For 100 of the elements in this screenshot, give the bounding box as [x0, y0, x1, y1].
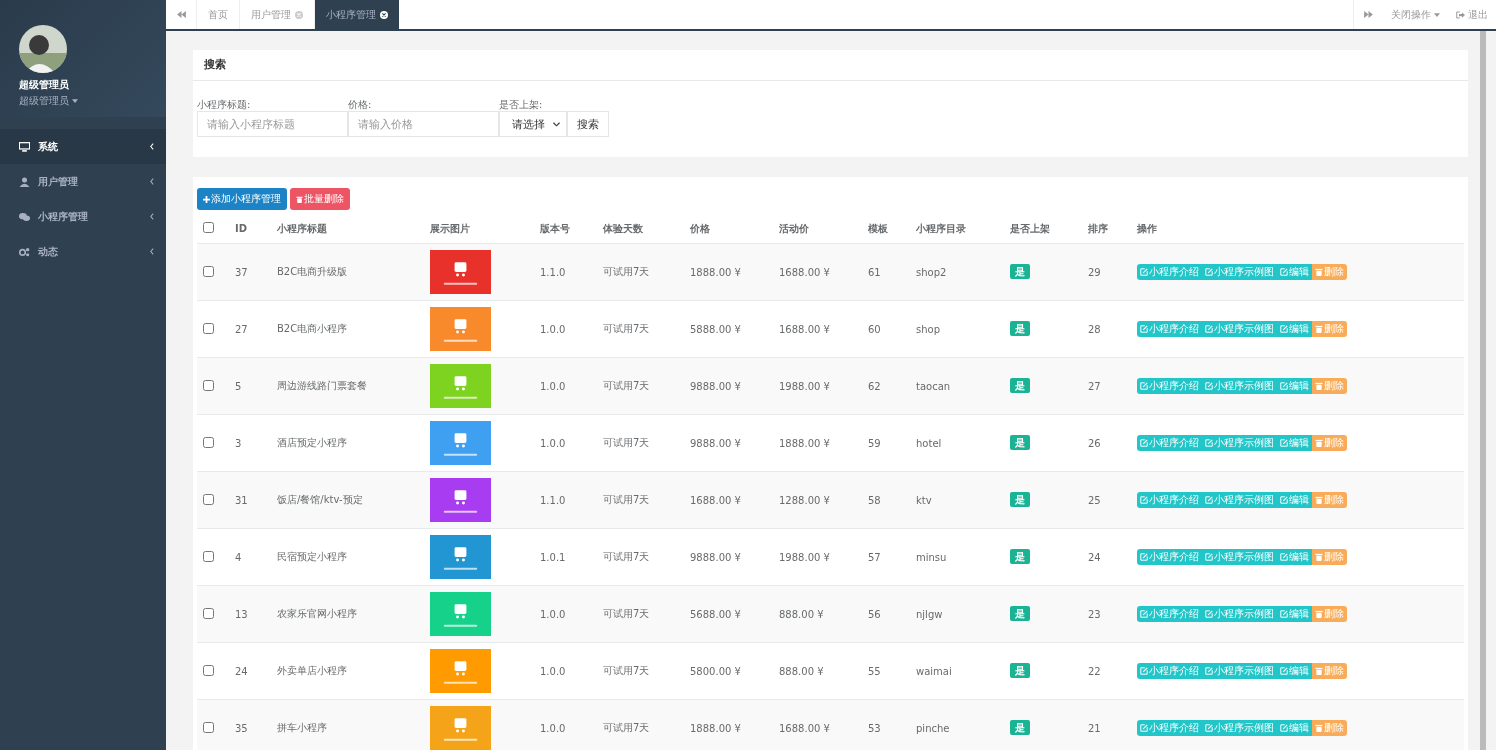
batch-delete-button[interactable]: 批量删除: [290, 188, 350, 210]
edit-button[interactable]: 小程序示例图: [1202, 264, 1277, 280]
input-field[interactable]: 请输入价格: [348, 111, 499, 137]
table-cell: 1.0.0: [540, 608, 566, 620]
row-checkbox[interactable]: [203, 721, 214, 733]
edit-button[interactable]: 小程序示例图: [1202, 435, 1277, 451]
row-checkbox[interactable]: [203, 493, 214, 505]
field-label: 小程序标题:: [197, 98, 252, 111]
edit-button[interactable]: 编辑: [1277, 321, 1312, 337]
edit-icon: [1140, 382, 1148, 390]
edit-icon: [1140, 496, 1148, 504]
edit-icon: [1205, 667, 1213, 675]
chevron-icon: [150, 213, 154, 220]
delete-button[interactable]: 删除: [1312, 321, 1347, 337]
nav-item[interactable]: 用户管理: [0, 164, 166, 199]
row-checkbox[interactable]: [203, 265, 214, 277]
column-header: 价格: [690, 222, 710, 234]
trash-icon: [1315, 496, 1323, 504]
edit-button[interactable]: 小程序介绍: [1137, 435, 1202, 451]
table-cell: 拼车小程序: [277, 722, 327, 733]
edit-icon: [1280, 724, 1288, 732]
table-cell: 可试用7天: [603, 551, 650, 562]
row-checkbox[interactable]: [203, 379, 214, 391]
table-cell: shop2: [916, 266, 947, 278]
table-cell: 可试用7天: [603, 380, 650, 391]
status-label: 是: [1010, 264, 1030, 279]
edit-button[interactable]: 小程序示例图: [1202, 492, 1277, 508]
edit-button[interactable]: 编辑: [1277, 435, 1312, 451]
table-cell: 23: [1088, 608, 1101, 620]
row-checkbox[interactable]: [203, 322, 214, 334]
table-cell: 3: [235, 437, 242, 449]
close-icon[interactable]: [380, 10, 388, 19]
table-cell: 55: [868, 665, 881, 677]
edit-button[interactable]: 小程序介绍: [1137, 378, 1202, 394]
user-role-dropdown[interactable]: 超级管理员: [19, 94, 78, 108]
delete-button[interactable]: 删除: [1312, 435, 1347, 451]
delete-button[interactable]: 删除: [1312, 549, 1347, 565]
tab[interactable]: 小程序管理: [314, 0, 399, 29]
scrollbar[interactable]: [1480, 31, 1486, 750]
table-cell: minsu: [916, 551, 947, 563]
row-checkbox[interactable]: [203, 550, 214, 562]
edit-icon: [1140, 724, 1148, 732]
table-cell: 27: [235, 323, 248, 335]
edit-button[interactable]: 小程序介绍: [1137, 492, 1202, 508]
row-checkbox[interactable]: [203, 607, 214, 619]
edit-button[interactable]: 编辑: [1277, 606, 1312, 622]
search-button[interactable]: 搜索: [567, 111, 609, 137]
delete-button[interactable]: 删除: [1312, 720, 1347, 736]
edit-button[interactable]: 小程序示例图: [1202, 321, 1277, 337]
nav-item[interactable]: 系统: [0, 129, 166, 164]
table-cell: 1888.00 ¥: [690, 266, 741, 278]
edit-button[interactable]: 小程序示例图: [1202, 663, 1277, 679]
edit-button[interactable]: 小程序介绍: [1137, 321, 1202, 337]
edit-button[interactable]: 小程序介绍: [1137, 549, 1202, 565]
table-cell: 9888.00 ¥: [690, 380, 741, 392]
edit-button[interactable]: 编辑: [1277, 492, 1312, 508]
edit-button[interactable]: 编辑: [1277, 378, 1312, 394]
chevron-down-icon: [553, 121, 560, 127]
edit-button[interactable]: 小程序介绍: [1137, 606, 1202, 622]
table-cell: 1688.00 ¥: [779, 722, 830, 734]
delete-button[interactable]: 删除: [1312, 264, 1347, 280]
panel-title: 搜索: [193, 50, 1468, 81]
edit-button[interactable]: 小程序介绍: [1137, 663, 1202, 679]
edit-button[interactable]: 编辑: [1277, 663, 1312, 679]
table-cell: B2C电商升级版: [277, 266, 348, 277]
column-header: 活动价: [779, 222, 809, 234]
column-header: 小程序目录: [916, 222, 966, 234]
delete-button[interactable]: 删除: [1312, 378, 1347, 394]
table-cell: 1888.00 ¥: [779, 437, 830, 449]
table-cell: 61: [868, 266, 881, 278]
chat-icon: [19, 211, 30, 222]
table-cell: 1.0.0: [540, 437, 566, 449]
edit-button[interactable]: 小程序介绍: [1137, 720, 1202, 736]
table-cell: 民宿预定小程序: [277, 551, 347, 562]
table-cell: 周边游线路门票套餐: [277, 380, 367, 391]
edit-button[interactable]: 小程序示例图: [1202, 720, 1277, 736]
edit-button[interactable]: 编辑: [1277, 264, 1312, 280]
edit-button[interactable]: 小程序示例图: [1202, 378, 1277, 394]
status-select[interactable]: 请选择: [499, 111, 567, 137]
tab[interactable]: 首页: [196, 0, 239, 29]
add-button[interactable]: 添加小程序管理: [197, 188, 287, 210]
input-field[interactable]: 请输入小程序标题: [197, 111, 348, 137]
edit-button[interactable]: 小程序示例图: [1202, 549, 1277, 565]
delete-button[interactable]: 删除: [1312, 663, 1347, 679]
row-checkbox[interactable]: [203, 664, 214, 676]
select-all-checkbox[interactable]: [203, 222, 214, 233]
edit-button[interactable]: 编辑: [1277, 549, 1312, 565]
edit-button[interactable]: 小程序介绍: [1137, 264, 1202, 280]
edit-icon: [1280, 667, 1288, 675]
status-label: 是: [1010, 435, 1030, 450]
status-label: 是: [1010, 606, 1030, 621]
chevron-icon: [150, 143, 154, 150]
edit-button[interactable]: 编辑: [1277, 720, 1312, 736]
status-label: 是: [1010, 663, 1030, 678]
delete-button[interactable]: 删除: [1312, 606, 1347, 622]
nav-item[interactable]: 小程序管理: [0, 199, 166, 234]
row-checkbox[interactable]: [203, 436, 214, 448]
nav-item[interactable]: 动态: [0, 234, 166, 269]
edit-button[interactable]: 小程序示例图: [1202, 606, 1277, 622]
delete-button[interactable]: 删除: [1312, 492, 1347, 508]
